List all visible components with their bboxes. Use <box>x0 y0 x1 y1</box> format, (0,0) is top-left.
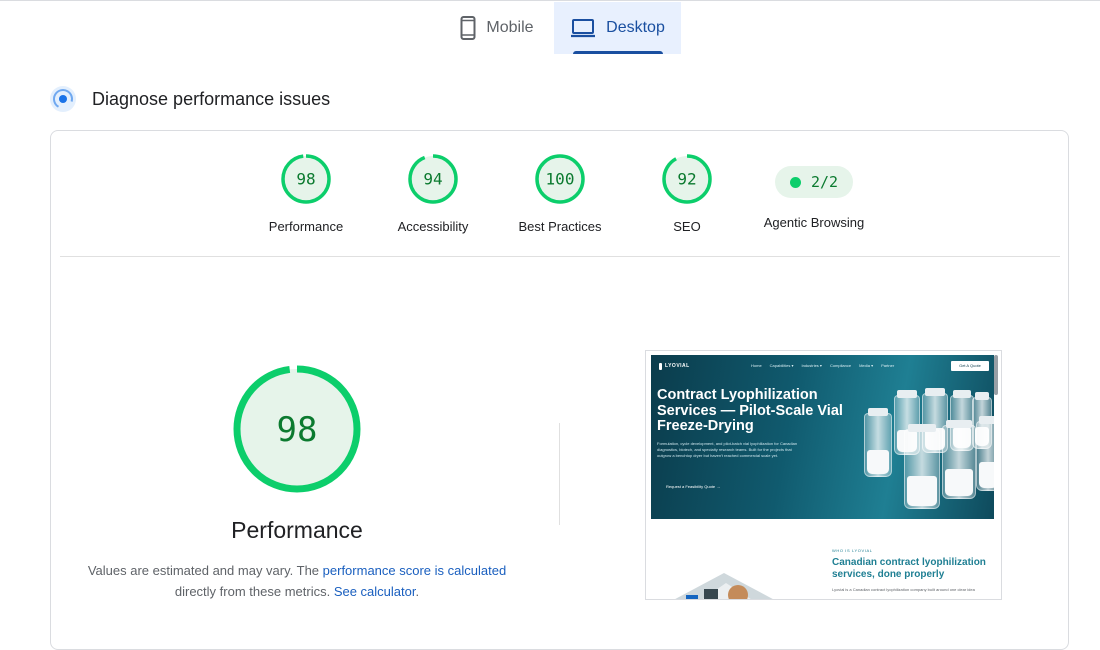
gauge-ring: 100 <box>535 154 585 204</box>
score-gauge-performance[interactable]: 98 Performance <box>241 153 371 234</box>
gauge-score: 94 <box>423 170 442 189</box>
thumbnail-hero-title: Contract Lyophilization Services — Pilot… <box>657 387 843 434</box>
laptop-icon <box>571 19 596 38</box>
score-agentic-browsing[interactable]: 2/2 Agentic Browsing <box>749 153 879 230</box>
score-gauge-accessibility[interactable]: 94 Accessibility <box>368 153 498 234</box>
thumbnail-scrollbar <box>994 355 998 395</box>
gauge-ring: 98 <box>281 154 331 204</box>
desc-text: . <box>415 584 420 599</box>
top-border <box>0 0 1100 1</box>
page-screenshot-thumbnail[interactable]: LYOVIAL Home Capabilities ▾ Industries ▾ Co… <box>645 350 1002 600</box>
desc-text: directly from these metrics. <box>174 584 334 599</box>
desc-text: Values are estimated and may vary. The <box>87 563 323 578</box>
performance-score-link[interactable]: performance score is calculated <box>323 563 507 578</box>
section-title: Diagnose performance issues <box>92 88 331 109</box>
tab-mobile[interactable]: Mobile <box>440 2 554 54</box>
score-gauge-seo[interactable]: 92 SEO <box>622 153 752 234</box>
smartphone-icon <box>460 16 476 40</box>
category-scores: 98 Performance 94 Accessibility 100 Best… <box>51 153 1068 253</box>
gauge-label: Performance <box>268 219 344 234</box>
vertical-separator <box>559 423 560 525</box>
score-description: Values are estimated and may vary. The p… <box>71 560 523 602</box>
gauge-ring: 94 <box>408 154 458 204</box>
tab-desktop[interactable]: Desktop <box>554 2 681 54</box>
gauge-score: 92 <box>677 170 696 189</box>
score-gauge-best-practices[interactable]: 100 Best Practices <box>495 153 625 234</box>
device-tabs: Mobile Desktop <box>440 2 681 54</box>
gauge-label: Accessibility <box>397 219 469 234</box>
tab-mobile-label: Mobile <box>486 19 534 36</box>
thumbnail-hero: LYOVIAL Home Capabilities ▾ Industries ▾ Co… <box>651 355 994 519</box>
gauge-label: Agentic Browsing <box>763 215 865 230</box>
gauge-score: 100 <box>546 170 575 189</box>
main-gauge-label: Performance <box>231 517 363 543</box>
thumbnail-section-body: Lyovial is a Canadian contract lyophiliz… <box>832 587 975 592</box>
tab-desktop-label: Desktop <box>606 19 665 36</box>
thumbnail-hero-body: Formulation, cycle development, and pilo… <box>657 441 798 458</box>
pass-dot-icon <box>789 176 801 188</box>
thumbnail-kicker: WHO IS LYOVIAL <box>832 548 873 553</box>
main-gauge-score: 98 <box>277 410 318 450</box>
active-tab-indicator <box>573 51 663 54</box>
section-header: Diagnose performance issues <box>50 86 330 112</box>
gauge-label: Best Practices <box>518 219 602 234</box>
thumbnail-cta: Get A Quote <box>951 361 989 371</box>
thumbnail-logo: LYOVIAL <box>659 362 690 370</box>
performance-main-gauge: 98 <box>233 365 361 493</box>
card-divider <box>60 256 1060 257</box>
gauge-ring: 92 <box>662 154 712 204</box>
gauge-label: SEO <box>673 219 701 234</box>
see-calculator-link[interactable]: See calculator <box>334 584 416 599</box>
vials-image <box>844 388 994 517</box>
agentic-value: 2/2 <box>810 173 839 191</box>
agentic-pill: 2/2 <box>775 166 853 198</box>
lab-photo-image <box>675 573 773 599</box>
results-card: 98 Performance 94 Accessibility 100 Best… <box>50 130 1069 650</box>
thumbnail-navbar: LYOVIAL Home Capabilities ▾ Industries ▾ Co… <box>659 360 989 372</box>
diagnose-icon <box>50 86 76 112</box>
thumbnail-section-title: Canadian contract lyophilization service… <box>832 557 986 580</box>
gauge-score: 98 <box>296 170 315 189</box>
thumbnail-hero-link: Request a Feasibility Quote → <box>666 484 721 489</box>
thumbnail-nav: Home Capabilities ▾ Industries ▾ Compliance… <box>751 363 895 368</box>
